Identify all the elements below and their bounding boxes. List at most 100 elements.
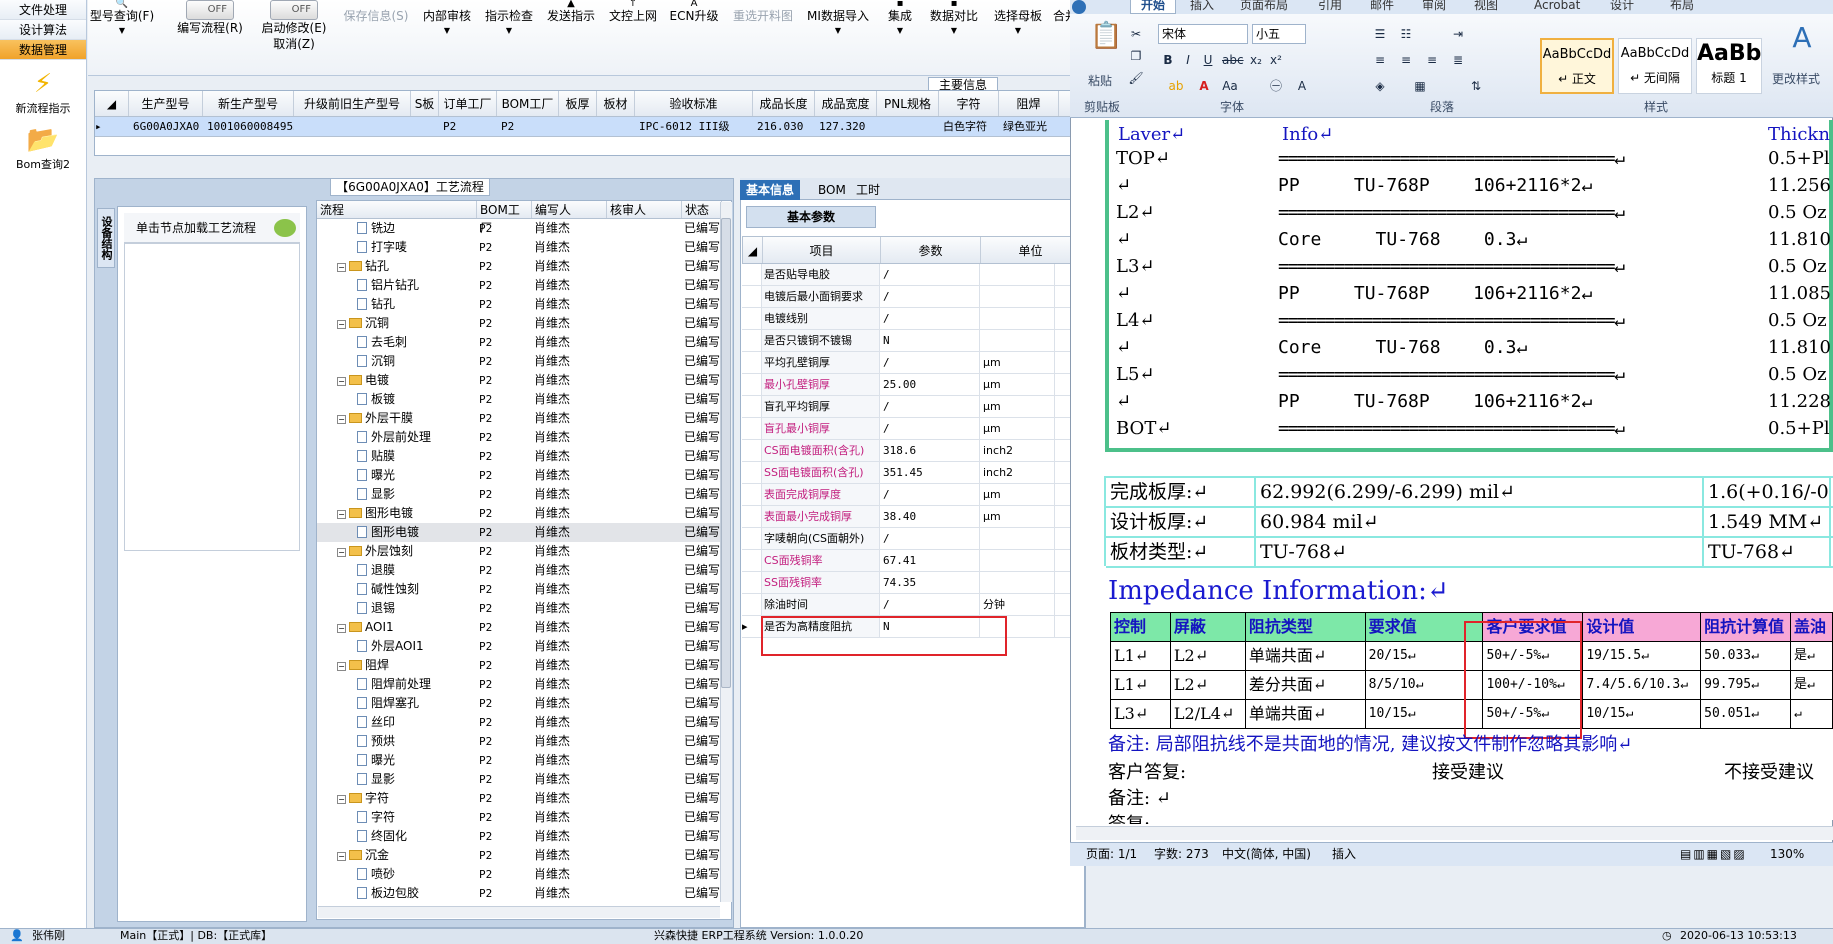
tree-row[interactable]: 丝印 P2 肖维杰 已编写 [317, 713, 731, 732]
tree-row[interactable]: 曝光 P2 肖维杰 已编写 [317, 751, 731, 770]
col-header[interactable]: 成品宽度 [815, 91, 877, 116]
tree-row[interactable]: − 沉金 P2 肖维杰 已编写 [317, 846, 731, 865]
param-row[interactable]: 是否贴导电胶 / [742, 264, 1082, 286]
tab-layout[interactable]: 页面布局 [1240, 0, 1288, 13]
param-row[interactable]: 是否只镀铜不镀锡 N [742, 330, 1082, 352]
tree-row[interactable]: 显影 P2 肖维杰 已编写 [317, 770, 731, 789]
font-name-select[interactable]: 宋体 [1158, 24, 1248, 44]
tab-basic-params[interactable]: 基本参数 [746, 206, 876, 228]
param-row[interactable]: 平均孔壁铜厚 / μm [742, 352, 1082, 374]
param-value[interactable]: 67.41 [880, 550, 980, 571]
numbering-icon[interactable]: ☷ [1396, 24, 1416, 44]
tab-mailings[interactable]: 邮件 [1370, 0, 1394, 13]
param-value[interactable]: / [880, 396, 980, 417]
collapse-icon[interactable]: − [337, 795, 346, 804]
sort-icon[interactable]: ⇅ [1466, 76, 1486, 96]
tree-row[interactable]: − 钻孔 P2 肖维杰 已编写 [317, 257, 731, 276]
style-normal[interactable]: AaBbCcDd ↵ 正文 [1540, 38, 1614, 94]
tree-row[interactable]: − 电镀 P2 肖维杰 已编写 [317, 371, 731, 390]
grid-cell[interactable]: IPC-6012 III级 [635, 117, 753, 136]
tab-design[interactable]: 设计 [1610, 0, 1634, 13]
collapse-icon[interactable]: − [337, 852, 346, 861]
tab-view[interactable]: 视图 [1474, 0, 1498, 13]
grid-cell[interactable] [294, 117, 411, 136]
start-edit-toggle[interactable]: OFF [270, 0, 318, 20]
save-info-button[interactable]: 保存信息(S) [340, 0, 412, 24]
bom-query-shortcut[interactable]: 📂 Bom查询2 [0, 124, 86, 172]
tree-row[interactable]: 曝光 P2 肖维杰 已编写 [317, 466, 731, 485]
param-row[interactable]: 表面完成铜厚度 / μm [742, 484, 1082, 506]
param-row[interactable]: SS面电镀面积(含孔) 351.45 inch2 [742, 462, 1082, 484]
col-header[interactable]: 单位 [981, 237, 1081, 263]
write-flow-toggle[interactable]: OFF [186, 0, 234, 20]
font-color-icon[interactable]: A [1194, 76, 1214, 96]
format-painter-icon[interactable]: 🖌 [1126, 68, 1146, 88]
param-row[interactable]: 字唛朝向(CS面朝外) / [742, 528, 1082, 550]
param-row[interactable]: 除油时间 / 分钟 [742, 594, 1082, 616]
tab-review[interactable]: 审阅 [1422, 0, 1446, 13]
param-value[interactable]: 74.35 [880, 572, 980, 593]
param-value[interactable]: 351.45 [880, 462, 980, 483]
param-value[interactable]: / [880, 352, 980, 373]
col-header[interactable]: 字符 [939, 91, 999, 116]
param-value[interactable]: 25.00 [880, 374, 980, 395]
align-right-icon[interactable]: ≡ [1422, 50, 1442, 70]
collapse-icon[interactable]: − [337, 548, 346, 557]
internal-review-button[interactable]: 内部审核 ▼ [418, 0, 476, 38]
collapse-icon[interactable]: − [337, 415, 346, 424]
collapse-icon[interactable]: − [337, 263, 346, 272]
mi-import-button[interactable]: MI数据导入 ▼ [802, 0, 874, 38]
col-header[interactable]: 板材 [597, 91, 635, 116]
tree-row[interactable]: − 阻焊 P2 肖维杰 已编写 [317, 656, 731, 675]
col-header[interactable]: S板 [411, 91, 439, 116]
align-left-icon[interactable]: ≡ [1370, 50, 1390, 70]
col-header[interactable]: 编写人 [532, 201, 607, 218]
grid-cell[interactable]: 216.030 [753, 117, 815, 136]
param-value[interactable]: / [880, 484, 980, 505]
param-value[interactable]: N [880, 330, 980, 351]
param-row[interactable]: 表面最小完成铜厚 38.40 μm [742, 506, 1082, 528]
tree-row[interactable]: − 外层干膜 P2 肖维杰 已编写 [317, 409, 731, 428]
reselect-cut-button[interactable]: 重选开料图 [726, 0, 800, 24]
tree-row[interactable]: 板镀 P2 肖维杰 已编写 [317, 390, 731, 409]
superscript-icon[interactable]: x² [1266, 50, 1286, 70]
collapse-icon[interactable]: − [337, 624, 346, 633]
copy-icon[interactable]: ❐ [1126, 46, 1146, 66]
language[interactable]: 中文(简体, 中国) [1222, 843, 1311, 865]
justify-icon[interactable]: ≣ [1448, 50, 1468, 70]
param-value[interactable]: / [880, 264, 980, 285]
col-header[interactable]: 核审人 [607, 201, 682, 218]
tab-hours[interactable]: 工时 [850, 180, 886, 200]
word-count[interactable]: 字数: 273 [1154, 843, 1209, 865]
integrate-button[interactable]: ▪ 集成 ▼ [880, 0, 920, 38]
side-tab-equipment[interactable]: 设备结构 [97, 208, 115, 268]
grid-cell[interactable]: 10010600084955 [203, 117, 294, 136]
select-motherboard-button[interactable]: 选择母板 ▼ [988, 0, 1048, 38]
tree-row[interactable]: 喷砂 P2 肖维杰 已编写 [317, 865, 731, 884]
col-header[interactable]: 板厚 [559, 91, 597, 116]
grid-cell[interactable]: 127.320 [815, 117, 877, 136]
page-count[interactable]: 页面: 1/1 [1086, 843, 1137, 865]
param-row[interactable]: SS面残铜率 74.35 [742, 572, 1082, 594]
col-header[interactable]: 验收标准 [635, 91, 753, 116]
nav-algorithm[interactable]: 设计算法 [0, 20, 86, 40]
tree-row[interactable]: 显影 P2 肖维杰 已编写 [317, 485, 731, 504]
start-edit-button[interactable]: OFF 启动修改(E) 取消(Z) [254, 0, 334, 52]
send-instruction-button[interactable]: ▲ 发送指示 [542, 0, 600, 24]
tree-row[interactable]: 预烘 P2 肖维杰 已编写 [317, 732, 731, 751]
italic-icon[interactable]: I [1178, 50, 1198, 70]
tree-row[interactable]: 字符 P2 肖维杰 已编写 [317, 808, 731, 827]
col-header[interactable]: BOM工厂 [477, 201, 532, 235]
tree-row[interactable]: 沉铜 P2 肖维杰 已编写 [317, 352, 731, 371]
tree-row[interactable]: − 字符 P2 肖维杰 已编写 [317, 789, 731, 808]
style-heading1[interactable]: AaBb 标题 1 [1696, 38, 1762, 94]
param-value[interactable]: / [880, 286, 980, 307]
enclose-char-icon[interactable]: ㊀ [1266, 76, 1286, 96]
underline-icon[interactable]: U [1198, 50, 1218, 70]
node-list[interactable] [124, 243, 300, 551]
tree-row[interactable]: − 外层蚀刻 P2 肖维杰 已编写 [317, 542, 731, 561]
param-value[interactable]: / [880, 594, 980, 615]
param-value[interactable]: 38.40 [880, 506, 980, 527]
tab-table-layout[interactable]: 布局 [1670, 0, 1694, 13]
col-header[interactable]: 阻焊 [999, 91, 1059, 116]
